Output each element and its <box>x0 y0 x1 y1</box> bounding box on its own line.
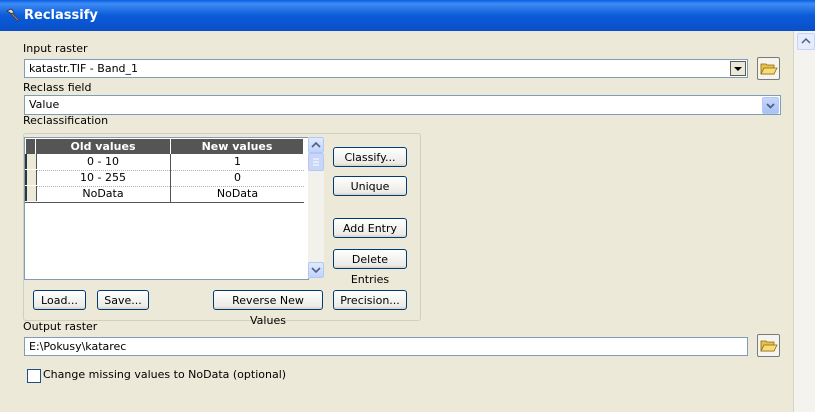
table-row[interactable]: NoData NoData <box>25 186 304 203</box>
output-raster-field[interactable]: E:\Pokusy\katarec <box>24 337 748 356</box>
output-raster-label: Output raster <box>23 320 98 333</box>
reclass-field-combo[interactable]: Value <box>24 95 781 115</box>
reclass-field-dropdown-button[interactable] <box>762 97 779 114</box>
chevron-up-icon <box>311 141 321 148</box>
chevron-up-icon <box>801 37 811 44</box>
folder-open-icon <box>760 63 778 75</box>
new-value-cell[interactable]: 0 <box>171 170 304 186</box>
chevron-down-icon <box>766 103 775 109</box>
new-values-header[interactable]: New values <box>171 139 303 154</box>
save-button[interactable]: Save... <box>97 290 149 310</box>
dialog-scrollbar[interactable] <box>793 31 815 412</box>
new-value-cell[interactable]: 1 <box>171 154 304 170</box>
old-values-header[interactable]: Old values <box>36 139 171 154</box>
add-entry-button[interactable]: Add Entry <box>333 218 407 238</box>
reclass-field-value: Value <box>29 98 60 111</box>
reclassification-table[interactable]: Old values New values 0 - 10 1 10 - 255 … <box>24 137 309 280</box>
window-title: Reclassify <box>24 8 98 23</box>
missing-values-checkbox[interactable] <box>27 369 41 383</box>
grip-icon <box>313 158 319 166</box>
missing-values-label: Change missing values to NoData (optiona… <box>43 368 287 381</box>
table-scroll-thumb[interactable] <box>308 153 324 171</box>
unique-button[interactable]: Unique <box>333 176 407 196</box>
output-raster-browse-button[interactable] <box>757 334 780 357</box>
input-raster-label: Input raster <box>23 42 88 55</box>
table-row[interactable]: 0 - 10 1 <box>25 154 304 171</box>
input-raster-combo[interactable]: katastr.TIF - Band_1 <box>24 59 748 78</box>
scroll-up-button[interactable] <box>797 33 815 50</box>
classify-button[interactable]: Classify... <box>333 147 407 167</box>
load-button[interactable]: Load... <box>33 290 86 310</box>
delete-entries-button[interactable]: Delete Entries <box>333 249 407 286</box>
title-bar[interactable]: Reclassify <box>0 0 815 31</box>
table-row[interactable]: 10 - 255 0 <box>25 170 304 187</box>
input-raster-browse-button[interactable] <box>757 57 780 80</box>
input-raster-dropdown-button[interactable] <box>730 61 746 76</box>
precision-button[interactable]: Precision... <box>333 290 407 310</box>
folder-open-icon <box>760 340 778 352</box>
reclassification-label: Reclassification <box>23 114 109 127</box>
input-raster-value: katastr.TIF - Band_1 <box>29 62 139 75</box>
new-value-cell[interactable]: NoData <box>171 186 304 202</box>
chevron-down-icon <box>734 67 742 71</box>
hammer-icon <box>6 8 20 22</box>
table-scroll-down-button[interactable] <box>308 262 324 278</box>
table-scrollbar[interactable] <box>308 137 324 278</box>
table-scroll-up-button[interactable] <box>308 137 324 153</box>
corner-header <box>26 139 35 154</box>
old-value-cell[interactable]: 0 - 10 <box>36 154 171 170</box>
old-value-cell[interactable]: NoData <box>36 186 171 202</box>
output-raster-value: E:\Pokusy\katarec <box>29 340 127 353</box>
reclass-field-label: Reclass field <box>23 81 92 94</box>
reverse-new-values-button[interactable]: Reverse New Values <box>213 290 323 327</box>
chevron-down-icon <box>311 267 321 274</box>
old-value-cell[interactable]: 10 - 255 <box>36 170 171 186</box>
